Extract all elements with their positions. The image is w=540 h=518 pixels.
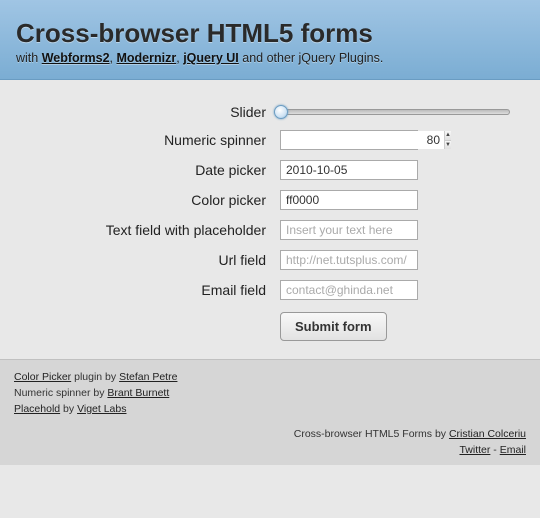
footer-line-1: Color Picker plugin by Stefan Petre <box>14 370 526 386</box>
link-cristian-colceriu[interactable]: Cristian Colceriu <box>449 428 526 440</box>
date-input[interactable] <box>280 160 418 180</box>
page-title: Cross-browser HTML5 forms <box>16 18 524 49</box>
spinner-label: Numeric spinner <box>20 132 280 148</box>
url-input[interactable] <box>280 250 418 270</box>
slider-label: Slider <box>20 104 280 120</box>
text-label: Text field with placeholder <box>20 222 280 238</box>
spinner-down-button[interactable]: ▼ <box>445 140 451 150</box>
link-modernizr[interactable]: Modernizr <box>117 51 177 65</box>
link-viget-labs[interactable]: Viget Labs <box>77 403 126 415</box>
spinner-up-button[interactable]: ▲ <box>445 131 451 140</box>
link-brant-burnett[interactable]: Brant Burnett <box>107 387 169 399</box>
color-input[interactable] <box>280 190 418 210</box>
spinner-input[interactable] <box>281 131 444 149</box>
color-label: Color picker <box>20 192 280 208</box>
text-input[interactable] <box>280 220 418 240</box>
footer-contact: Twitter - Email <box>14 443 526 459</box>
link-twitter[interactable]: Twitter <box>459 444 490 456</box>
email-label: Email field <box>20 282 280 298</box>
date-label: Date picker <box>20 162 280 178</box>
slider-input[interactable] <box>280 109 510 115</box>
url-label: Url field <box>20 252 280 268</box>
link-placehold[interactable]: Placehold <box>14 403 60 415</box>
submit-button[interactable]: Submit form <box>280 312 387 341</box>
link-color-picker[interactable]: Color Picker <box>14 371 71 383</box>
page-header: Cross-browser HTML5 forms with Webforms2… <box>0 0 540 80</box>
link-email[interactable]: Email <box>500 444 526 456</box>
page-subtitle: with Webforms2, Modernizr, jQuery UI and… <box>16 51 524 65</box>
link-webforms2[interactable]: Webforms2 <box>42 51 110 65</box>
slider-handle[interactable] <box>274 105 288 119</box>
link-jquery-ui[interactable]: jQuery UI <box>183 51 239 65</box>
page-footer: Color Picker plugin by Stefan Petre Nume… <box>0 359 540 465</box>
footer-credit: Cross-browser HTML5 Forms by Cristian Co… <box>14 427 526 443</box>
footer-line-2: Numeric spinner by Brant Burnett <box>14 386 526 402</box>
numeric-spinner: ▲ ▼ <box>280 130 418 150</box>
email-input[interactable] <box>280 280 418 300</box>
link-stefan-petre[interactable]: Stefan Petre <box>119 371 177 383</box>
form-area: Slider Numeric spinner ▲ ▼ Date picker C… <box>0 80 540 359</box>
footer-line-3: Placehold by Viget Labs <box>14 402 526 418</box>
